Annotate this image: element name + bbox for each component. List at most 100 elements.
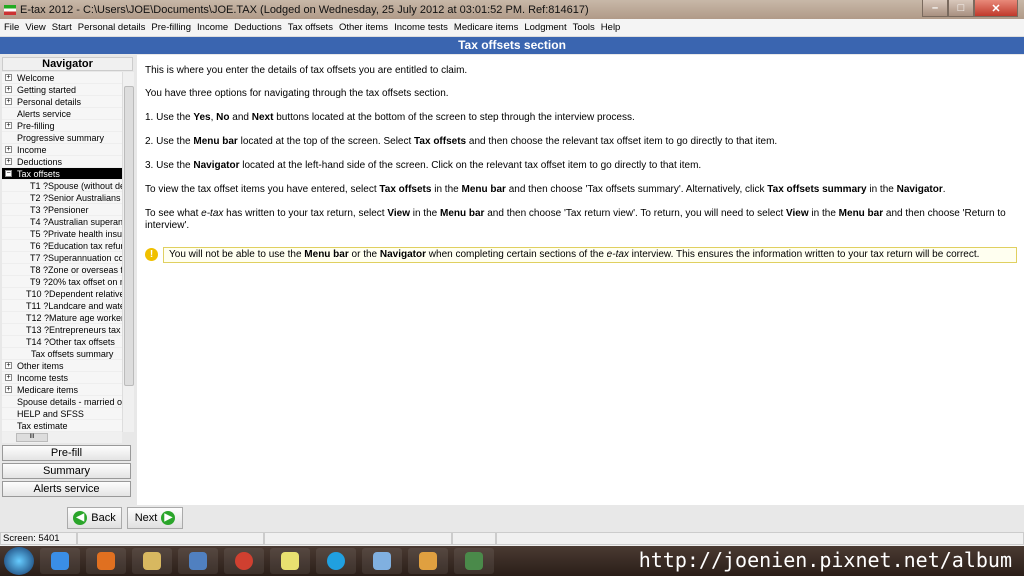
file-explorer-icon[interactable] (132, 548, 172, 574)
navigator-item-label: Income (17, 145, 47, 155)
navigator-item[interactable]: Tax estimate (2, 420, 122, 432)
internet-explorer-icon[interactable] (40, 548, 80, 574)
navigator-item-label: Tax estimate (17, 421, 68, 431)
navigator-item-label: T4 ?Australian superann (30, 217, 122, 227)
next-button[interactable]: Next ▶ (127, 507, 183, 529)
collapse-icon[interactable]: − (5, 170, 12, 177)
navigator-item[interactable]: HELP and SFSS (2, 408, 122, 420)
media-player-icon[interactable] (86, 548, 126, 574)
sticky-notes-icon[interactable] (270, 548, 310, 574)
intro-text: This is where you enter the details of t… (145, 65, 468, 76)
navigator-item[interactable]: T5 ?Private health insura (2, 228, 122, 240)
menu-pre-filling[interactable]: Pre-filling (151, 22, 191, 33)
navigator-item-label: T10 ?Dependent relative (26, 289, 122, 299)
back-label: Back (91, 512, 116, 524)
menu-deductions[interactable]: Deductions (234, 22, 282, 33)
chrome-icon[interactable] (224, 548, 264, 574)
prefill-button[interactable]: Pre-fill (2, 445, 131, 461)
expand-icon[interactable]: + (5, 86, 12, 93)
menu-income-tests[interactable]: Income tests (394, 22, 448, 33)
close-button[interactable]: ✕ (974, 0, 1018, 17)
minimize-button[interactable]: – (922, 0, 948, 17)
back-button[interactable]: ◀ Back (67, 507, 122, 529)
navigator-item[interactable]: + Income (2, 144, 122, 156)
navigator-item[interactable]: T12 ?Mature age worker - (2, 312, 122, 324)
navigator-item[interactable]: − Tax offsets (2, 168, 122, 180)
expand-icon[interactable]: + (5, 146, 12, 153)
navigator-item[interactable]: + Medicare items (2, 384, 122, 396)
navigator-item-label: Tax offsets summary (31, 349, 114, 359)
expand-icon[interactable]: + (5, 98, 12, 105)
menu-medicare-items[interactable]: Medicare items (454, 22, 518, 33)
navigator-item[interactable]: + Other items (2, 360, 122, 372)
view-summary-text: To view the tax offset items you have en… (145, 184, 946, 195)
summary-button[interactable]: Summary (2, 463, 131, 479)
menu-personal-details[interactable]: Personal details (78, 22, 146, 33)
navigator-item[interactable]: T3 ?Pensioner (2, 204, 122, 216)
menu-tools[interactable]: Tools (573, 22, 595, 33)
menu-other-items[interactable]: Other items (339, 22, 388, 33)
navigator-item-label: T6 ?Education tax refund (30, 241, 122, 251)
navigator-item[interactable]: T11 ?Landcare and water (2, 300, 122, 312)
navigator-item-label: T11 ?Landcare and water (26, 301, 122, 311)
menu-start[interactable]: Start (52, 22, 72, 33)
etax-app-icon (4, 4, 16, 15)
navigator-item[interactable]: Spouse details - married or d (2, 396, 122, 408)
title-bar: E-tax 2012 - C:\Users\JOE\Documents\JOE.… (0, 0, 1024, 19)
menu-lodgment[interactable]: Lodgment (524, 22, 566, 33)
navigator-item[interactable]: + Income tests (2, 372, 122, 384)
screen-number: Screen: 5401 (0, 532, 77, 545)
navigator-item[interactable]: T8 ?Zone or overseas fo (2, 264, 122, 276)
skype-icon[interactable] (316, 548, 356, 574)
navigator-horizontal-scrollbar[interactable]: III (2, 432, 122, 443)
back-arrow-icon: ◀ (73, 511, 88, 525)
scroll-thumb[interactable] (124, 86, 134, 386)
navigator-item[interactable]: T14 ?Other tax offsets (2, 336, 122, 348)
expand-icon[interactable]: + (5, 158, 12, 165)
menu-view[interactable]: View (25, 22, 45, 33)
navigator-item[interactable]: T4 ?Australian superann (2, 216, 122, 228)
navigator-item[interactable]: T2 ?Senior Australians (2, 192, 122, 204)
navigator-tree: + Welcome + Getting started + Personal detail… (2, 72, 122, 432)
navigator-item[interactable]: + Deductions (2, 156, 122, 168)
navigator-item-label: T7 ?Superannuation cont (30, 253, 122, 263)
start-button-icon[interactable] (4, 547, 34, 575)
navigator-item[interactable]: + Personal details (2, 96, 122, 108)
scroll-thumb[interactable]: III (16, 433, 48, 442)
expand-icon[interactable]: + (5, 362, 12, 369)
maximize-button[interactable]: □ (948, 0, 974, 17)
notepad-icon[interactable] (362, 548, 402, 574)
navigator-item[interactable]: Progressive summary (2, 132, 122, 144)
navigator-item[interactable]: T13 ?Entrepreneurs tax of (2, 324, 122, 336)
navigator-item[interactable]: T7 ?Superannuation cont (2, 252, 122, 264)
navigator-item[interactable]: + Pre-filling (2, 120, 122, 132)
tool-icon[interactable] (178, 548, 218, 574)
navigator-item[interactable]: Alerts service (2, 108, 122, 120)
navigator-item[interactable]: T1 ?Spouse (without dep (2, 180, 122, 192)
menu-tax-offsets[interactable]: Tax offsets (288, 22, 333, 33)
menu-file[interactable]: File (4, 22, 19, 33)
status-panel (496, 532, 1024, 545)
photo-viewer-icon[interactable] (408, 548, 448, 574)
expand-icon[interactable]: + (5, 122, 12, 129)
navigator-item-label: Deductions (17, 157, 63, 167)
warning-text: You will not be able to use the Menu bar… (163, 246, 1017, 263)
warning-icon: ! (145, 248, 158, 261)
status-panel (264, 532, 452, 545)
menu-income[interactable]: Income (197, 22, 228, 33)
navigator-item-label: T8 ?Zone or overseas fo (30, 265, 122, 275)
navigator-item-label: T9 ?20% tax offset on ne (30, 277, 122, 287)
navigator-item[interactable]: T10 ?Dependent relative (2, 288, 122, 300)
navigator-item[interactable]: T6 ?Education tax refund (2, 240, 122, 252)
navigator-item[interactable]: Tax offsets summary (2, 348, 122, 360)
navigator-item[interactable]: + Welcome (2, 72, 122, 84)
menu-help[interactable]: Help (601, 22, 621, 33)
navigator-vertical-scrollbar[interactable] (122, 72, 134, 432)
expand-icon[interactable]: + (5, 74, 12, 81)
alerts-service-button[interactable]: Alerts service (2, 481, 131, 497)
navigator-item[interactable]: T9 ?20% tax offset on ne (2, 276, 122, 288)
etax-taskbar-icon[interactable] (454, 548, 494, 574)
expand-icon[interactable]: + (5, 374, 12, 381)
navigator-item[interactable]: + Getting started (2, 84, 122, 96)
expand-icon[interactable]: + (5, 386, 12, 393)
